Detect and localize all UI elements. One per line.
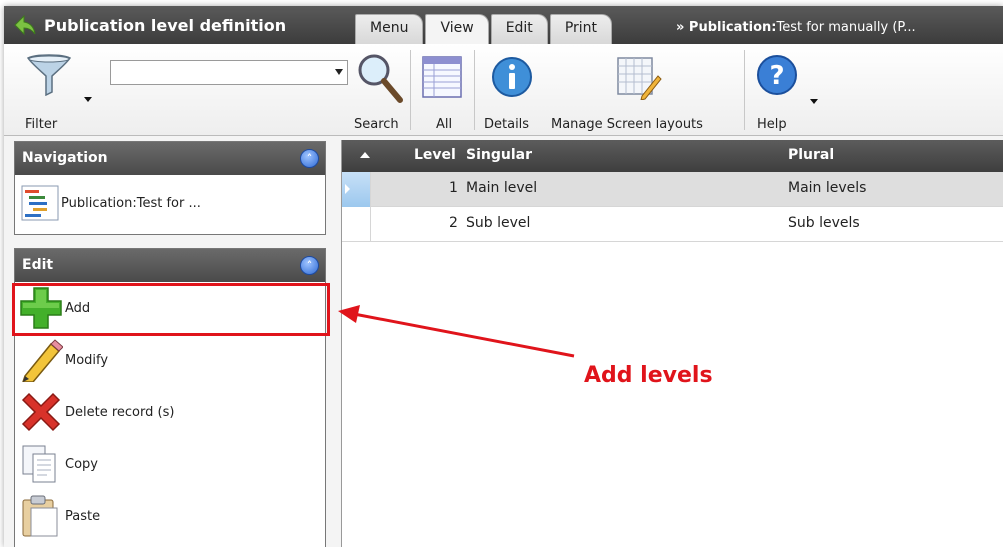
modify-label: Modify [65, 352, 109, 368]
page-title: Publication level definition [44, 15, 287, 35]
details-label[interactable]: Details [484, 117, 529, 132]
separator [744, 50, 745, 130]
copy-icon [22, 445, 56, 483]
edit-header: Edit ˄ [15, 249, 325, 282]
column-header-level[interactable]: Level [414, 147, 456, 163]
grid-header: Level Singular Plural [342, 140, 1003, 172]
app-title: Publication level definition [14, 15, 286, 35]
title-bar: Publication level definition Menu View E… [4, 6, 1003, 45]
ribbon-toolbar: Filter Search All Details Manage Screen … [4, 44, 1003, 136]
tab-print[interactable]: Print [549, 14, 613, 44]
cell-singular: Main level [466, 180, 538, 196]
breadcrumb[interactable]: » Publication:Test for manually (P... [676, 20, 916, 35]
help-label[interactable]: Help [757, 117, 787, 132]
tree-icon [21, 185, 59, 221]
navigation-item[interactable]: Publication:Test for ... [15, 175, 325, 231]
collapse-icon[interactable]: ˄ [300, 149, 319, 168]
paste-icon [22, 495, 58, 537]
breadcrumb-prefix: » Publication: [676, 20, 777, 35]
tab-menu[interactable]: Menu [355, 14, 424, 44]
edit-title: Edit [22, 257, 54, 273]
search-label[interactable]: Search [354, 117, 399, 132]
row-selector[interactable] [342, 172, 371, 207]
tab-view[interactable]: View [425, 14, 489, 45]
row-pointer-icon [345, 184, 350, 194]
add-highlight-box [12, 283, 330, 336]
navigation-item-label: Publication:Test for ... [61, 195, 201, 211]
cell-level: 1 [449, 180, 458, 196]
annotation-label: Add levels [584, 363, 713, 388]
table-row[interactable]: 2 Sub level Sub levels [342, 207, 1003, 242]
chevron-down-icon[interactable] [335, 69, 343, 75]
filter-icon[interactable] [26, 54, 72, 96]
table-row[interactable]: 1 Main level Main levels [342, 172, 1003, 207]
cell-plural: Sub levels [788, 215, 860, 231]
breadcrumb-text: Test for manually (P... [776, 20, 916, 35]
separator [410, 50, 411, 130]
copy-button[interactable]: Copy [15, 438, 325, 490]
delete-label: Delete record (s) [65, 404, 175, 420]
delete-button[interactable]: Delete record (s) [15, 386, 325, 438]
svg-text:?: ? [769, 61, 784, 91]
help-icon[interactable]: ? [756, 54, 798, 96]
modify-button[interactable]: Modify [15, 334, 325, 386]
search-input[interactable] [111, 61, 321, 83]
back-arrow-icon[interactable] [14, 15, 36, 35]
navigation-header: Navigation ˄ [15, 142, 325, 175]
pencil-icon [22, 339, 63, 382]
annotation-arrow-icon [338, 305, 575, 358]
delete-icon [21, 392, 61, 432]
cell-plural: Main levels [788, 180, 867, 196]
navigation-title: Navigation [22, 150, 108, 166]
manage-layouts-label[interactable]: Manage Screen layouts [551, 117, 703, 132]
row-selector[interactable] [342, 207, 371, 242]
info-icon[interactable] [491, 56, 533, 98]
collapse-icon[interactable]: ˄ [300, 256, 319, 275]
paste-button[interactable]: Paste [15, 490, 325, 542]
app-window: Publication level definition Menu View E… [4, 6, 1003, 547]
tab-strip: Menu View Edit Print [355, 14, 614, 45]
column-header-singular[interactable]: Singular [466, 147, 532, 163]
sort-ascending-icon[interactable] [360, 152, 370, 158]
table-icon[interactable] [422, 56, 462, 98]
layout-edit-icon[interactable] [616, 56, 662, 100]
help-dropdown-icon[interactable] [810, 99, 818, 104]
all-label[interactable]: All [436, 117, 452, 132]
navigation-panel: Navigation ˄ Publication:Test for ... [14, 141, 326, 235]
filter-dropdown-icon[interactable] [84, 97, 92, 102]
cell-level: 2 [449, 215, 458, 231]
tab-edit[interactable]: Edit [490, 14, 548, 44]
filter-label[interactable]: Filter [25, 117, 57, 132]
separator [474, 50, 475, 130]
paste-label: Paste [65, 508, 101, 524]
column-header-plural[interactable]: Plural [788, 147, 834, 163]
copy-label: Copy [65, 456, 98, 472]
cell-singular: Sub level [466, 215, 531, 231]
search-icon[interactable] [356, 52, 404, 104]
search-combo[interactable] [110, 60, 348, 85]
